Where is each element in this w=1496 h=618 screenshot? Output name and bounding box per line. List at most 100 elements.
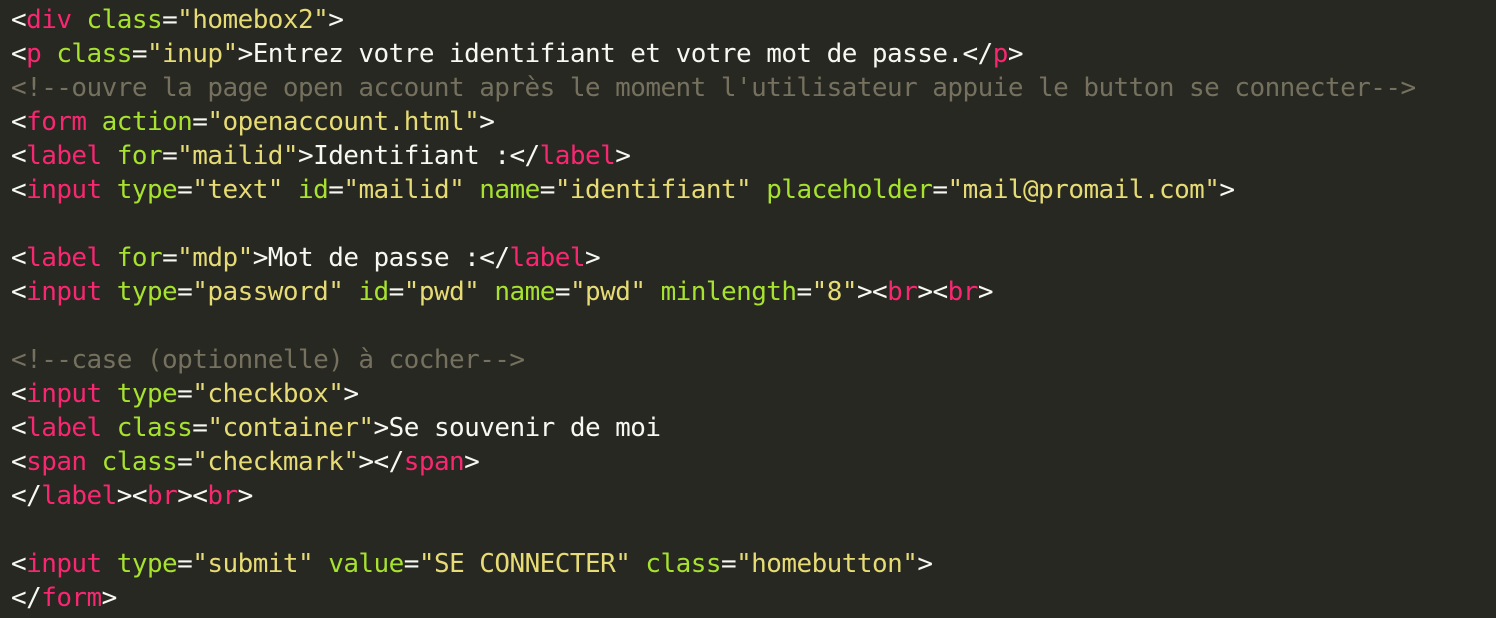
code-attr: type [116, 277, 178, 307]
code-line: <label class="container">Se souvenir de … [11, 411, 661, 445]
code-attr: name [479, 175, 540, 205]
code-punct: > [328, 5, 344, 35]
code-string: "homebutton" [736, 549, 918, 579]
code-punct [479, 277, 494, 307]
code-attr: type [116, 549, 178, 579]
code-punct: >< [917, 277, 948, 307]
code-punct: < [11, 5, 27, 35]
code-tag: span [26, 447, 87, 477]
code-punct: < [11, 141, 27, 171]
code-string: "inup" [146, 39, 238, 69]
code-punct: = [796, 277, 813, 307]
code-tag: label [509, 243, 585, 273]
code-punct: </ [11, 583, 42, 613]
code-line: <p class="inup">Entrez votre identifiant… [11, 37, 1024, 71]
code-punct [343, 277, 358, 307]
code-punct: = [162, 141, 178, 171]
code-string: "pwd" [569, 277, 646, 307]
code-attr: class [645, 549, 721, 579]
code-tag: label [26, 141, 102, 171]
code-tag: label [539, 141, 616, 171]
code-attr: minlength [660, 277, 797, 307]
code-punct [102, 277, 117, 307]
code-editor[interactable]: <div class="homebox2"> <p class="inup">En… [0, 0, 1496, 618]
code-string: "openaccount.html" [207, 107, 480, 137]
code-attr: class [101, 447, 178, 477]
code-attr: id [298, 175, 329, 205]
code-string: "mailid" [343, 175, 465, 205]
code-punct [102, 549, 117, 579]
code-punct: > [1007, 39, 1024, 69]
code-punct [102, 379, 117, 409]
code-tag: br [146, 481, 178, 511]
code-punct [102, 175, 117, 205]
code-string: "container" [207, 413, 374, 443]
code-tag: label [26, 243, 102, 273]
code-punct: = [403, 549, 420, 579]
code-punct: ></ [358, 447, 404, 477]
code-tag: label [41, 481, 117, 511]
code-punct: = [162, 243, 178, 273]
code-punct: >< [856, 277, 888, 307]
code-tag: input [26, 277, 102, 307]
code-punct [71, 5, 86, 35]
code-string: "text" [192, 175, 283, 205]
code-tag: br [887, 277, 918, 307]
code-tag: label [26, 413, 102, 443]
code-punct: = [177, 175, 193, 205]
code-attr: type [116, 379, 178, 409]
code-tag: input [26, 549, 102, 579]
code-punct [751, 175, 766, 205]
code-punct: = [192, 413, 208, 443]
code-punct: > [479, 107, 495, 137]
code-attr: class [56, 39, 132, 69]
code-string: "mailid" [177, 141, 298, 171]
code-line: <input type="checkbox"> [11, 377, 359, 411]
code-punct: > [464, 447, 480, 477]
code-comment: <!--case (optionnelle) à cocher--> [11, 345, 525, 375]
code-line: <!--ouvre la page open account après le … [11, 71, 1416, 105]
code-string: "checkmark" [192, 447, 359, 477]
code-tag: input [26, 379, 102, 409]
code-punct: > [585, 243, 601, 273]
code-punct: = [177, 447, 193, 477]
code-string: "submit" [192, 549, 314, 579]
code-punct: </ [11, 481, 42, 511]
code-attr: for [116, 243, 163, 273]
code-attr: class [116, 413, 193, 443]
code-punct [102, 413, 117, 443]
code-punct: > [917, 549, 933, 579]
code-tag: form [41, 583, 102, 613]
code-attr: placeholder [766, 175, 933, 205]
code-punct: >< [177, 481, 208, 511]
code-tag: br [207, 481, 238, 511]
code-punct [102, 141, 117, 171]
code-tag: input [26, 175, 102, 205]
code-punct: = [177, 277, 193, 307]
code-punct: = [388, 277, 405, 307]
code-punct: < [11, 107, 27, 137]
code-punct: = [539, 175, 556, 205]
code-punct: = [162, 5, 178, 35]
code-tag: div [26, 5, 72, 35]
code-tag: br [947, 277, 979, 307]
code-punct [102, 243, 117, 273]
code-punct: < [11, 175, 27, 205]
code-string: "homebox2" [177, 5, 329, 35]
code-punct: = [328, 175, 344, 205]
code-punct: >Entrez votre identifiant et votre mot d… [237, 39, 994, 69]
code-line: <input type="password" id="pwd" name="pw… [11, 275, 993, 309]
code-punct: > [101, 583, 118, 613]
code-punct: = [177, 379, 193, 409]
code-attr: type [116, 175, 178, 205]
code-punct: < [11, 413, 27, 443]
code-punct: < [11, 379, 27, 409]
code-punct: = [554, 277, 571, 307]
code-comment: <!--ouvre la page open account après le … [11, 73, 1416, 103]
code-punct [464, 175, 479, 205]
code-tag: p [992, 39, 1009, 69]
code-string: "checkbox" [192, 379, 344, 409]
code-string: "identifiant" [554, 175, 752, 205]
code-string: "pwd" [403, 277, 480, 307]
code-line: </label><br><br> [11, 479, 253, 513]
